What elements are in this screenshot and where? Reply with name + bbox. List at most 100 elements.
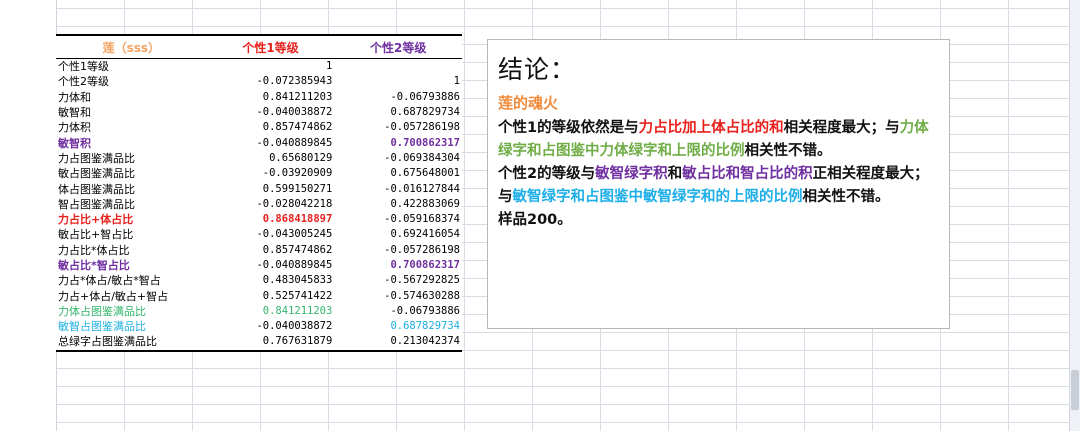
p2-text-g: 相关性不错。 — [802, 189, 890, 205]
cell-v2[interactable]: -0.06793886 — [334, 90, 462, 105]
row-label[interactable]: 敏占比+智占比 — [56, 227, 207, 242]
table-row: 力占*体占/敏占*智占 0.483045833 -0.567292825 — [56, 273, 462, 288]
cell-v2[interactable]: -0.574630288 — [334, 288, 462, 303]
row-label[interactable]: 力体占图鉴满品比 — [56, 304, 207, 319]
cell-v2[interactable]: 0.675648001 — [334, 166, 462, 181]
table-row: 敏占比*智占比 -0.040889845 0.700862317 — [56, 258, 462, 273]
row-header-strip — [0, 0, 57, 431]
row-label[interactable]: 力占比*体占比 — [56, 243, 207, 258]
cell-v1[interactable]: 0.483045833 — [207, 273, 335, 288]
cell-v1[interactable]: 0.841211203 — [207, 304, 335, 319]
p1-highlight-red: 力占比加上体占比的和 — [638, 120, 784, 136]
table-row: 力占比*体占比 0.857474862 -0.057286198 — [56, 243, 462, 258]
p1-text-a: 个性1的等级依然是与 — [498, 120, 639, 136]
cell-v2[interactable]: 0.687829734 — [334, 105, 462, 120]
p2-highlight-blue: 敏智绿字和占图鉴中敏智绿字和的上限的比例 — [512, 189, 803, 205]
conclusion-paragraph-2: 个性2的等级与敏智绿字积和敏占比和智占比的积正相关程度最大；与敏智绿字和占图鉴中… — [498, 163, 941, 209]
cell-v2[interactable]: 0.422883069 — [334, 197, 462, 212]
conclusion-title: 结论： — [498, 55, 577, 84]
cell-v2[interactable]: -0.057286198 — [334, 120, 462, 135]
table-row: 力占图鉴满品比 0.65680129 -0.069384304 — [56, 151, 462, 166]
table-row: 智占图鉴满品比 -0.028042218 0.422883069 — [56, 197, 462, 212]
row-label[interactable]: 力占图鉴满品比 — [56, 151, 207, 166]
correlation-table: 莲（sss） 个性1等级 个性2等级 个性1等级 1 个性2等级 -0.072385… — [56, 34, 462, 352]
table-row: 体占图鉴满品比 0.599150271 -0.016127844 — [56, 181, 462, 196]
table-row: 个性1等级 1 — [56, 59, 462, 75]
row-label[interactable]: 力占比+体占比 — [56, 212, 207, 227]
conclusion-paragraph-3: 样品200。 — [498, 212, 572, 228]
row-label[interactable]: 个性2等级 — [56, 74, 207, 89]
table-title: 莲（sss） — [56, 34, 207, 59]
cell-v1[interactable]: -0.040038872 — [207, 105, 335, 120]
row-label[interactable]: 力占*体占/敏占*智占 — [56, 273, 207, 288]
table-row: 总绿字占图鉴满品比 0.767631879 0.213042374 — [56, 334, 462, 352]
table-row: 个性2等级 -0.072385943 1 — [56, 74, 462, 89]
row-label[interactable]: 个性1等级 — [56, 59, 207, 75]
table-row: 敏智占图鉴满品比 -0.040038872 0.687829734 — [56, 319, 462, 334]
cell-v1[interactable]: 0.599150271 — [207, 181, 335, 196]
cell-v1[interactable]: 0.841211203 — [207, 90, 335, 105]
cell-v2[interactable]: -0.567292825 — [334, 273, 462, 288]
cell-v1[interactable]: -0.040889845 — [207, 135, 335, 150]
table-header-row: 莲（sss） 个性1等级 个性2等级 — [56, 34, 462, 59]
p2-text-a: 个性2的等级与 — [498, 166, 596, 182]
cell-v2[interactable]: 0.687829734 — [334, 319, 462, 334]
row-label[interactable]: 敏占图鉴满品比 — [56, 166, 207, 181]
cell-v1[interactable]: 0.868418897 — [207, 212, 335, 227]
row-label[interactable]: 敏智和 — [56, 105, 207, 120]
cell-v1[interactable]: 1 — [207, 59, 335, 75]
cell-v2[interactable]: 0.700862317 — [334, 258, 462, 273]
p1-text-e: 相关性不错。 — [744, 143, 832, 159]
cell-v2[interactable]: -0.016127844 — [334, 181, 462, 196]
cell-v2[interactable]: -0.057286198 — [334, 243, 462, 258]
row-label[interactable]: 总绿字占图鉴满品比 — [56, 334, 207, 352]
table-row: 力体占图鉴满品比 0.841211203 -0.06793886 — [56, 304, 462, 319]
cell-v1[interactable]: 0.767631879 — [206, 334, 335, 352]
table-row: 力体和 0.841211203 -0.06793886 — [56, 90, 462, 105]
cell-v1[interactable]: -0.043005245 — [207, 227, 335, 242]
row-label[interactable]: 体占图鉴满品比 — [56, 181, 207, 196]
p2-text-c: 和 — [667, 166, 683, 182]
table-row: 敏占图鉴满品比 -0.03920909 0.675648001 — [56, 166, 462, 181]
vertical-scrollbar[interactable] — [1069, 0, 1080, 431]
cell-v1[interactable]: -0.03920909 — [207, 166, 335, 181]
p2-highlight-purple-2: 敏占比和智占比的积 — [682, 166, 813, 182]
cell-v1[interactable]: 0.857474862 — [207, 243, 335, 258]
row-label[interactable]: 敏智占图鉴满品比 — [56, 319, 207, 334]
cell-v2[interactable]: -0.059168374 — [334, 212, 462, 227]
cell-v1[interactable]: 0.525741422 — [207, 288, 335, 303]
cell-v1[interactable]: 0.857474862 — [207, 120, 335, 135]
cell-v2[interactable]: -0.069384304 — [334, 151, 462, 166]
row-label[interactable]: 敏智积 — [56, 135, 207, 150]
row-label[interactable]: 力体和 — [56, 90, 207, 105]
p1-text-c: 相关程度最大；与 — [783, 120, 900, 136]
table-row: 敏智积 -0.040889845 0.700862317 — [56, 135, 462, 150]
cell-v2[interactable] — [334, 59, 462, 75]
table-row: 敏智和 -0.040038872 0.687829734 — [56, 105, 462, 120]
col-header-1: 个性1等级 — [206, 34, 335, 59]
row-label[interactable]: 力占+体占/敏占+智占 — [56, 288, 207, 303]
table-row: 敏占比+智占比 -0.043005245 0.692416054 — [56, 227, 462, 242]
conclusion-paragraph-1: 个性1的等级依然是与力占比加上体占比的和相关程度最大；与力体绿字和占图鉴中力体绿… — [498, 117, 941, 163]
table-row: 力占+体占/敏占+智占 0.525741422 -0.574630288 — [56, 288, 462, 303]
scrollbar-thumb[interactable] — [1071, 370, 1079, 410]
cell-v2[interactable]: -0.06793886 — [334, 304, 462, 319]
conclusion-textbox[interactable]: 结论： 莲的魂火 个性1的等级依然是与力占比加上体占比的和相关程度最大；与力体绿… — [487, 39, 950, 329]
cell-v2[interactable]: 0.692416054 — [334, 227, 462, 242]
cell-v2[interactable]: 0.213042374 — [334, 334, 462, 352]
cell-v2[interactable]: 0.700862317 — [334, 135, 462, 150]
row-label[interactable]: 智占图鉴满品比 — [56, 197, 207, 212]
col-header-2: 个性2等级 — [334, 34, 462, 59]
table-row: 力占比+体占比 0.868418897 -0.059168374 — [56, 212, 462, 227]
cell-v1[interactable]: -0.040889845 — [207, 258, 335, 273]
table-row: 力体积 0.857474862 -0.057286198 — [56, 120, 462, 135]
conclusion-subtitle: 莲的魂火 — [498, 94, 559, 112]
cell-v1[interactable]: -0.040038872 — [207, 319, 335, 334]
cell-v1[interactable]: -0.072385943 — [207, 74, 335, 89]
cell-v1[interactable]: 0.65680129 — [207, 151, 335, 166]
cell-v1[interactable]: -0.028042218 — [207, 197, 335, 212]
p2-highlight-purple-1: 敏智绿字积 — [595, 166, 668, 182]
cell-v2[interactable]: 1 — [334, 74, 462, 89]
row-label[interactable]: 敏占比*智占比 — [56, 258, 207, 273]
row-label[interactable]: 力体积 — [56, 120, 207, 135]
